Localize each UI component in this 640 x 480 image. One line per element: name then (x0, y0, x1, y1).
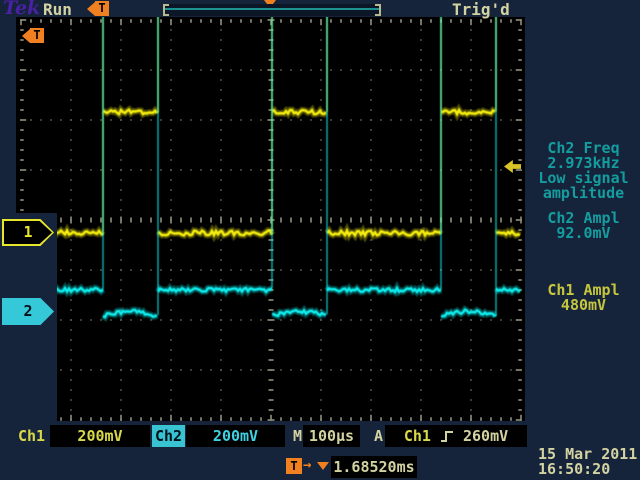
meas-value: 480mV (527, 298, 640, 313)
measurement-ch1-ampl: Ch1 Ampl 480mV (527, 283, 640, 313)
oscilloscope-screen: Tek Run T Trig'd T 1 2 Ch2 Freq 2.973kHz… (0, 0, 640, 480)
acquisition-state: Run (43, 0, 72, 19)
trigger-t-badge: T (30, 28, 44, 43)
timebase-readout: 100µs (303, 425, 360, 447)
window-bracket-right (375, 4, 381, 16)
top-status-bar: Tek Run T Trig'd (0, 0, 640, 17)
trigger-status: Trig'd (452, 0, 510, 19)
graticule-and-traces (16, 17, 525, 421)
record-line (165, 8, 379, 10)
arrow-left-icon (87, 2, 95, 16)
trigger-readout: Ch1 260mV (385, 425, 527, 447)
trigger-level-value: 260mV (463, 427, 508, 445)
ch1-label: Ch1 (18, 427, 45, 445)
arrow-right-icon: → (303, 457, 311, 473)
trigger-t-badge: T (95, 1, 109, 16)
measurement-ch2-freq: Ch2 Freq 2.973kHz Low signal amplitude (527, 141, 640, 201)
meas-warning: amplitude (527, 186, 640, 201)
trigger-source: Ch1 (404, 427, 431, 445)
rising-edge-icon (440, 430, 454, 443)
delay-t-badge: T (286, 458, 302, 474)
waveform-display (16, 17, 525, 421)
tek-logo: Tek (3, 0, 40, 19)
trigger-position-offscreen-marker-icon: T (22, 28, 44, 43)
time-readout: 16:50:20 (538, 460, 610, 478)
ch2-trace (21, 17, 520, 317)
ch1-marker-label: 1 (4, 221, 52, 244)
timebase-label: M (293, 427, 302, 445)
trigger-type-label: A (374, 427, 383, 445)
ch2-scale-readout: 200mV (186, 425, 285, 447)
arrow-left-icon (22, 29, 30, 43)
acquisition-preview-bar (163, 4, 381, 16)
ch2-label-selected: Ch2 (152, 425, 185, 447)
delay-readout: 1.68520ms (331, 456, 417, 478)
meas-value: 92.0mV (527, 226, 640, 241)
ch1-scale-readout: 200mV (50, 425, 150, 447)
measurement-ch2-ampl: Ch2 Ampl 92.0mV (527, 211, 640, 241)
triangle-down-icon (317, 462, 329, 470)
window-bracket-left (163, 4, 169, 16)
trigger-offscreen-marker-icon: T (87, 1, 109, 16)
